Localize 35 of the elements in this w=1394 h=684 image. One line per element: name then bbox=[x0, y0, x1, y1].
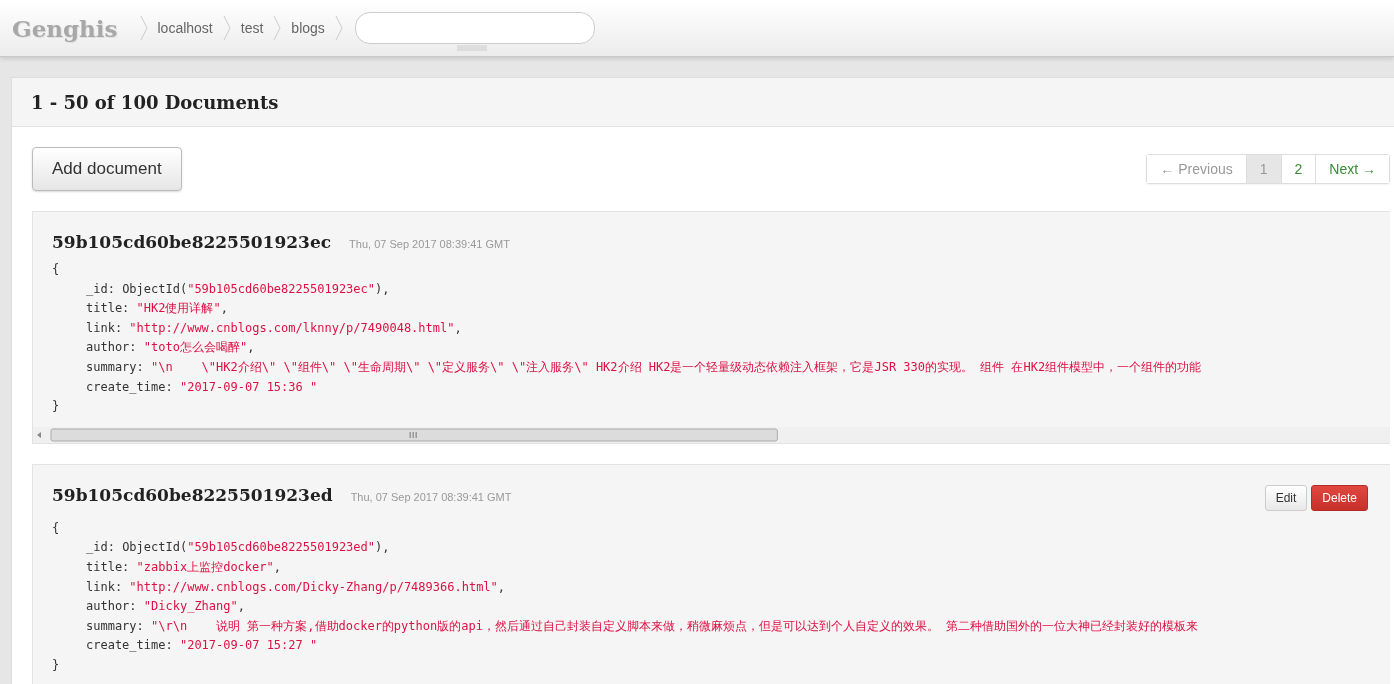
page-link[interactable]: 2 bbox=[1280, 155, 1316, 183]
code-line: link: "http://www.cnblogs.com/lknny/p/7490048.html", bbox=[85, 319, 463, 337]
document-id: 59b105cd60be8225501923ec bbox=[52, 232, 332, 252]
code-line: _id: ObjectId("59b105cd60be8225501923ec"), bbox=[85, 280, 391, 298]
code-line: title: "zabbix上监控docker", bbox=[85, 558, 282, 576]
code-line: summary: "\n \"HK2介绍\" \"组件\" \"生命周期\" \"定义服务\" \"注入服务\" HK2介绍 HK2是一个轻量级动态依赖注入框架，它是JSR 330的实现。 组件 在HK2组件模型中，一个组件的功能 bbox=[85, 358, 1203, 376]
chevron-icon bbox=[222, 15, 231, 41]
document-timestamp: Thu, 07 Sep 2017 08:39:41 GMT bbox=[350, 490, 512, 503]
chevron-icon bbox=[334, 15, 343, 41]
chevron-icon bbox=[273, 15, 282, 41]
code-brace: } bbox=[52, 656, 61, 674]
delete-button[interactable]: Delete bbox=[1311, 484, 1368, 511]
code-line: summary: "\r\n 说明 第一种方案,借助docker的python版的api，然后通过自己封装自定义脚本来做，稍微麻烦点，但是可以达到个人自定义的效果。 第二种借助国外的一位大神已经封装好的模板来 bbox=[85, 617, 1200, 635]
code-brace: { bbox=[52, 261, 61, 278]
code-line: _id: ObjectId("59b105cd60be8225501923ed"), bbox=[85, 539, 391, 557]
chevron-icon bbox=[139, 15, 148, 41]
code-line: author: "toto怎么会喝醉", bbox=[85, 339, 256, 357]
breadcrumb-link[interactable]: test bbox=[240, 20, 264, 36]
document-id: 59b105cd60be8225501923ed bbox=[52, 484, 333, 505]
breadcrumb-link[interactable]: localhost bbox=[157, 20, 213, 36]
edit-button[interactable]: Edit bbox=[1264, 484, 1308, 511]
code-brace: } bbox=[52, 398, 61, 416]
add-document-button[interactable]: Add document bbox=[32, 147, 182, 191]
page-link[interactable]: Next → bbox=[1315, 155, 1389, 183]
code-line: title: "HK2使用详解", bbox=[85, 300, 229, 318]
code-line: link: "http://www.cnblogs.com/Dicky-Zhang/p/7489366.html", bbox=[85, 578, 507, 596]
document-timestamp: Thu, 07 Sep 2017 08:39:41 GMT bbox=[349, 238, 510, 250]
code-line: create_time: "2017-09-07 15:27 " bbox=[85, 637, 319, 655]
code-brace: { bbox=[52, 519, 61, 537]
panel-title: 1 - 50 of 100 Documents bbox=[31, 91, 279, 113]
code-line: author: "Dicky_Zhang", bbox=[85, 598, 246, 616]
grip-icon[interactable] bbox=[456, 45, 487, 51]
code-line: create_time: "2017-09-07 15:36 " bbox=[85, 378, 319, 396]
search-field[interactable] bbox=[354, 12, 595, 44]
breadcrumb-link[interactable]: blogs bbox=[291, 20, 325, 36]
